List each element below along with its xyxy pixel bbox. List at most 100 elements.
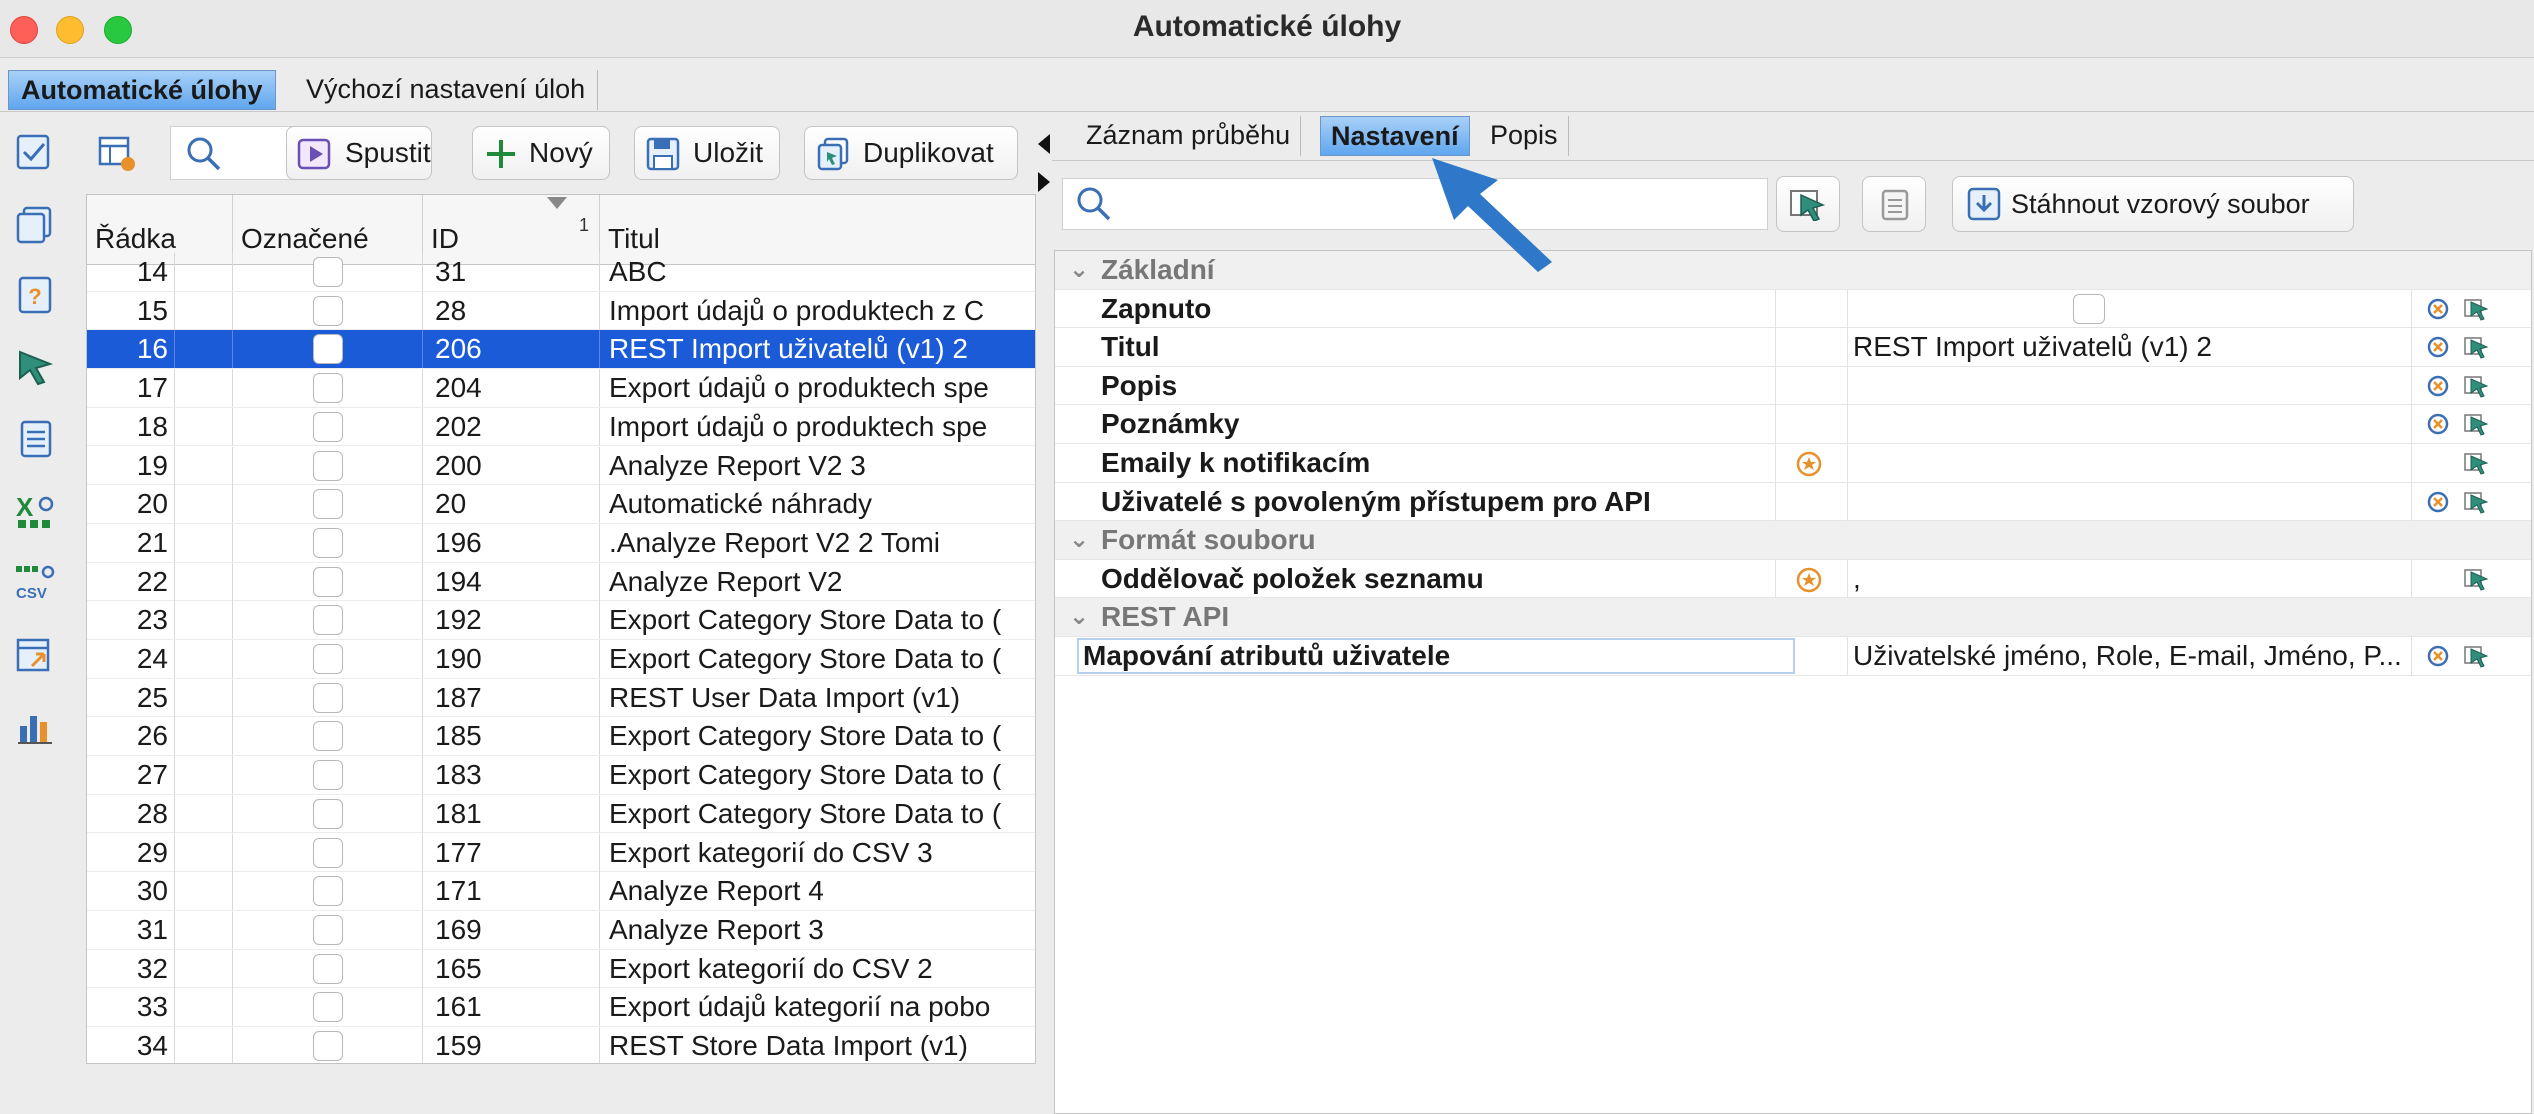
default-value-icon[interactable] bbox=[1795, 566, 1823, 594]
collapse-right-icon[interactable] bbox=[1038, 172, 1050, 192]
table-row[interactable]: 34 159 REST Store Data Import (v1) bbox=[87, 1027, 1035, 1063]
reset-value-icon[interactable] bbox=[2425, 489, 2451, 515]
row-marked-checkbox[interactable] bbox=[313, 914, 343, 945]
row-marked-checkbox[interactable] bbox=[313, 450, 343, 481]
row-marked-checkbox[interactable] bbox=[313, 1031, 343, 1061]
row-marked-checkbox[interactable] bbox=[313, 798, 343, 829]
row-marked-checkbox[interactable] bbox=[313, 566, 343, 597]
reset-value-icon[interactable] bbox=[2425, 334, 2451, 360]
tab-default-task-settings[interactable]: Výchozí nastavení úloh bbox=[294, 70, 599, 110]
csv-export-icon[interactable]: CSV bbox=[14, 562, 56, 604]
tab-description[interactable]: Popis bbox=[1480, 116, 1569, 156]
select-value-icon[interactable] bbox=[2463, 450, 2489, 476]
duplicate-button[interactable]: Duplikovat bbox=[804, 126, 1018, 180]
row-title: REST Store Data Import (v1) bbox=[609, 1030, 968, 1061]
table-row[interactable]: 27 183 Export Category Store Data to ( bbox=[87, 756, 1035, 795]
table-row[interactable]: 19 200 Analyze Report V2 3 bbox=[87, 446, 1035, 486]
table-row[interactable]: 25 187 REST User Data Import (v1) bbox=[87, 678, 1035, 718]
row-marked-checkbox[interactable] bbox=[313, 682, 343, 713]
table-row[interactable]: 14 31 ABC bbox=[87, 253, 1035, 292]
category-basic[interactable]: ⌄ Základní bbox=[1055, 251, 2531, 290]
select-button[interactable] bbox=[1776, 176, 1840, 232]
category-file-format[interactable]: ⌄ Formát souboru bbox=[1055, 521, 2531, 560]
help-document-icon[interactable]: ? bbox=[14, 274, 56, 316]
row-title: Export kategorií do CSV 2 bbox=[609, 952, 933, 984]
row-marked-checkbox[interactable] bbox=[313, 605, 343, 636]
table-row[interactable]: 26 185 Export Category Store Data to ( bbox=[87, 717, 1035, 757]
select-value-icon[interactable] bbox=[2463, 373, 2489, 399]
select-value-icon[interactable] bbox=[2463, 296, 2489, 322]
table-row[interactable]: 24 190 Export Category Store Data to ( bbox=[87, 640, 1035, 679]
row-marked-checkbox[interactable] bbox=[313, 295, 343, 326]
table-row[interactable]: 22 194 Analyze Report V2 bbox=[87, 562, 1035, 602]
list-document-icon[interactable] bbox=[14, 418, 56, 460]
attribute-mapping-value[interactable]: Uživatelské jméno, Role, E-mail, Jméno, … bbox=[1853, 637, 2403, 675]
table-settings-icon[interactable] bbox=[98, 134, 138, 174]
row-marked-checkbox[interactable] bbox=[313, 527, 343, 558]
reset-value-icon[interactable] bbox=[2425, 373, 2451, 399]
select-value-icon[interactable] bbox=[2463, 411, 2489, 437]
enabled-checkbox[interactable] bbox=[2073, 293, 2105, 324]
row-marked-checkbox[interactable] bbox=[313, 411, 343, 442]
select-value-icon[interactable] bbox=[2463, 566, 2489, 592]
attribute-mapping-label[interactable]: Mapování atributů uživatele bbox=[1077, 638, 1795, 674]
row-id: 177 bbox=[435, 836, 482, 868]
reset-value-icon[interactable] bbox=[2425, 296, 2451, 322]
reset-value-icon[interactable] bbox=[2425, 411, 2451, 437]
table-row[interactable]: 30 171 Analyze Report 4 bbox=[87, 872, 1035, 911]
panel-splitter[interactable] bbox=[1036, 114, 1052, 1114]
tab-automatic-tasks[interactable]: Automatické úlohy bbox=[8, 70, 276, 110]
row-marked-checkbox[interactable] bbox=[313, 489, 343, 520]
table-row[interactable]: 17 204 Export údajů o produktech spe bbox=[87, 369, 1035, 408]
title-value[interactable]: REST Import uživatelů (v1) 2 bbox=[1853, 328, 2403, 366]
select-value-icon[interactable] bbox=[2463, 643, 2489, 669]
table-row[interactable]: 28 181 Export Category Store Data to ( bbox=[87, 794, 1035, 834]
new-button[interactable]: Nový bbox=[472, 126, 610, 180]
clipboard-button[interactable] bbox=[1862, 176, 1926, 232]
tasks-checklist-icon[interactable] bbox=[14, 130, 56, 172]
row-marked-checkbox[interactable] bbox=[313, 760, 343, 791]
row-marked-checkbox[interactable] bbox=[313, 876, 343, 907]
list-separator-value[interactable]: , bbox=[1853, 560, 2403, 598]
row-number: 17 bbox=[87, 369, 175, 408]
table-row[interactable]: 20 20 Automatické náhrady bbox=[87, 485, 1035, 524]
run-button[interactable]: Spustit bbox=[286, 126, 432, 180]
tab-settings[interactable]: Nastavení bbox=[1320, 116, 1470, 156]
row-number: 30 bbox=[87, 872, 175, 911]
row-marked-checkbox[interactable] bbox=[313, 257, 343, 287]
category-rest-api[interactable]: ⌄ REST API bbox=[1055, 598, 2531, 637]
row-marked-checkbox[interactable] bbox=[313, 644, 343, 674]
collapse-left-icon[interactable] bbox=[1038, 134, 1050, 154]
row-marked-checkbox[interactable] bbox=[313, 334, 343, 365]
excel-export-icon[interactable]: X bbox=[14, 490, 56, 532]
table-row[interactable]: 31 169 Analyze Report 3 bbox=[87, 910, 1035, 950]
table-row[interactable]: 29 177 Export kategorií do CSV 3 bbox=[87, 833, 1035, 873]
import-table-icon[interactable] bbox=[14, 634, 56, 676]
row-number: 33 bbox=[87, 988, 175, 1027]
select-value-icon[interactable] bbox=[2463, 334, 2489, 360]
table-row[interactable]: 33 161 Export údajů kategorií na pobo bbox=[87, 988, 1035, 1027]
select-cursor-icon[interactable] bbox=[14, 346, 56, 388]
row-marked-checkbox[interactable] bbox=[313, 953, 343, 984]
row-marked-checkbox[interactable] bbox=[313, 373, 343, 404]
row-marked-checkbox[interactable] bbox=[313, 837, 343, 868]
bar-chart-icon[interactable] bbox=[14, 706, 56, 748]
table-row[interactable]: 15 28 Import údajů o produktech z C bbox=[87, 291, 1035, 331]
row-title: ABC bbox=[609, 256, 667, 287]
select-value-icon[interactable] bbox=[2463, 489, 2489, 515]
table-row[interactable]: 21 196 .Analyze Report V2 2 Tomi bbox=[87, 523, 1035, 563]
table-row[interactable]: 32 165 Export kategorií do CSV 2 bbox=[87, 949, 1035, 989]
copy-icon[interactable] bbox=[14, 204, 56, 246]
reset-value-icon[interactable] bbox=[2425, 643, 2451, 669]
table-row[interactable]: 23 192 Export Category Store Data to ( bbox=[87, 601, 1035, 640]
table-row[interactable]: 16 206 REST Import uživatelů (v1) 2 bbox=[87, 330, 1035, 370]
row-marked-checkbox[interactable] bbox=[313, 721, 343, 752]
tab-progress-log[interactable]: Záznam průběhu bbox=[1076, 116, 1302, 156]
download-sample-file-button[interactable]: Stáhnout vzorový soubor bbox=[1952, 176, 2354, 232]
default-value-icon[interactable] bbox=[1795, 450, 1823, 478]
row-marked-checkbox[interactable] bbox=[313, 992, 343, 1023]
settings-search-input[interactable] bbox=[1062, 178, 1768, 230]
save-button[interactable]: Uložit bbox=[634, 126, 780, 180]
table-row[interactable]: 18 202 Import údajů o produktech spe bbox=[87, 407, 1035, 447]
row-id: 185 bbox=[435, 720, 482, 752]
